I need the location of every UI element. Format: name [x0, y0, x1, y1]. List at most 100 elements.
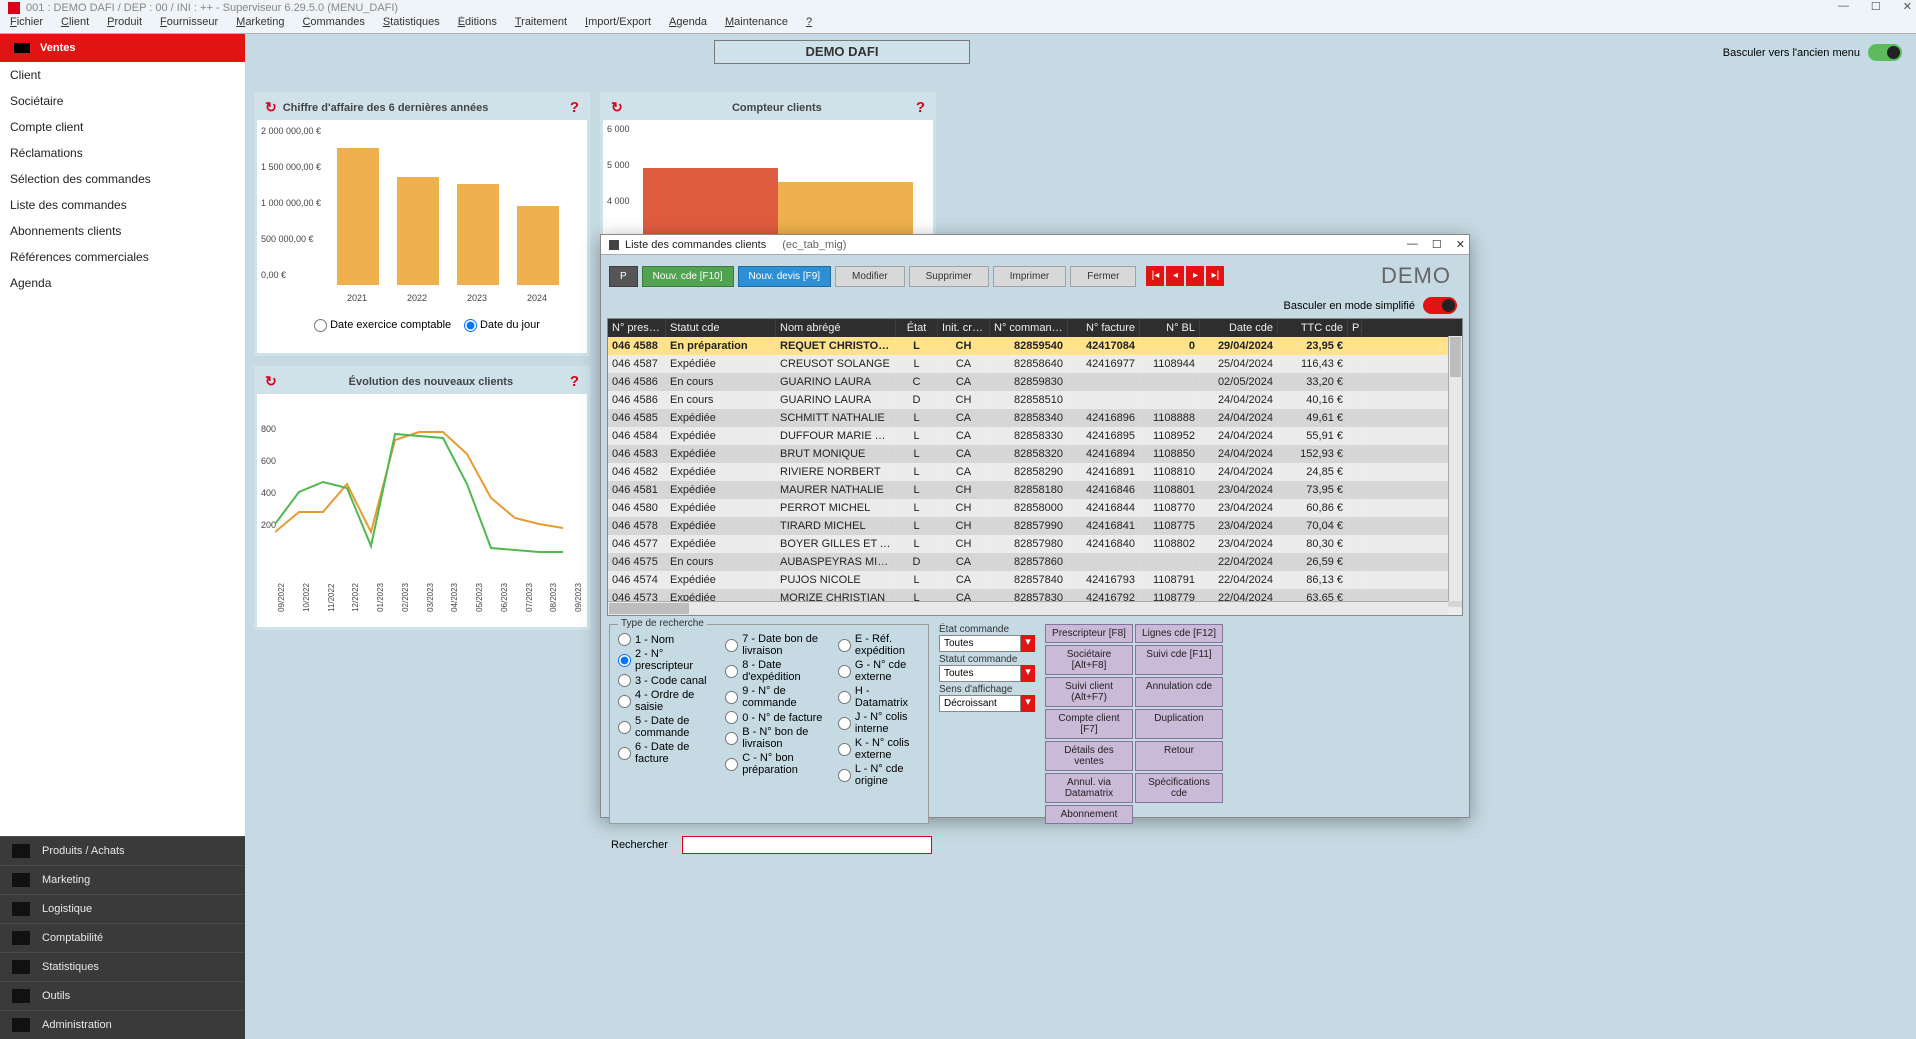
radio-option[interactable]: 2 - N° prescripteur [618, 648, 713, 672]
table-row[interactable]: 046 4578ExpédiéeTIRARD MICHELLCH82857990… [608, 517, 1462, 535]
win-minimize[interactable]: — [1407, 238, 1418, 251]
table-row[interactable]: 046 4584ExpédiéeDUFFOUR MARIE THERESLCA8… [608, 427, 1462, 445]
col-header[interactable]: TTC cde [1278, 319, 1348, 337]
menu-maintenance[interactable]: Maintenance [725, 16, 788, 33]
radio-input[interactable] [838, 717, 851, 730]
nav-item[interactable]: Agenda [0, 270, 245, 296]
radio-input[interactable] [838, 769, 851, 782]
win-maximize[interactable]: ☐ [1432, 238, 1442, 251]
radio-option[interactable]: 7 - Date bon de livraison [725, 633, 826, 657]
module-item[interactable]: Logistique [0, 894, 245, 923]
button-imprimer[interactable]: Imprimer [993, 266, 1066, 287]
action-button[interactable]: Suivi cde [F11] [1135, 645, 1223, 675]
radio-option[interactable]: 5 - Date de commande [618, 715, 713, 739]
orders-grid[interactable]: N° prescrip.Statut cdeNom abrégéÉtatInit… [607, 318, 1463, 616]
menu-fournisseur[interactable]: Fournisseur [160, 16, 218, 33]
radio-option[interactable]: 3 - Code canal [618, 674, 713, 687]
refresh-icon[interactable]: ↻ [611, 99, 623, 116]
action-button[interactable]: Sociétaire [Alt+F8] [1045, 645, 1133, 675]
action-button[interactable]: Prescripteur [F8] [1045, 624, 1133, 643]
table-row[interactable]: 046 4588En préparationREQUET CHRISTOPHEL… [608, 337, 1462, 355]
menu-?[interactable]: ? [806, 16, 812, 33]
radio-input[interactable] [838, 639, 851, 652]
toggle-mode-simplifie[interactable]: Basculer en mode simplifié [601, 297, 1469, 318]
table-row[interactable]: 046 4580ExpédiéePERROT MICHELLCH82858000… [608, 499, 1462, 517]
nav-item[interactable]: Abonnements clients [0, 218, 245, 244]
table-row[interactable]: 046 4581ExpédiéeMAURER NATHALIELCH828581… [608, 481, 1462, 499]
table-row[interactable]: 046 4587ExpédiéeCREUSOT SOLANGELCA828586… [608, 355, 1462, 373]
select-sens[interactable]: Décroissant▾ [939, 695, 1035, 712]
grid-body[interactable]: 046 4588En préparationREQUET CHRISTOPHEL… [608, 337, 1462, 616]
nav-last-icon[interactable]: ▸| [1206, 266, 1224, 286]
table-row[interactable]: 046 4582ExpédiéeRIVIERE NORBERTLCA828582… [608, 463, 1462, 481]
menu-fichier[interactable]: Fichier [10, 16, 43, 33]
col-header[interactable]: N° prescrip. [608, 319, 666, 337]
radio-input[interactable] [725, 665, 738, 678]
table-row[interactable]: 046 4585ExpédiéeSCHMITT NATHALIELCA82858… [608, 409, 1462, 427]
close-button[interactable]: ✕ [1903, 0, 1912, 13]
nav-item[interactable]: Client [0, 62, 245, 88]
action-button[interactable]: Compte client [F7] [1045, 709, 1133, 739]
radio-option[interactable]: B - N° bon de livraison [725, 726, 826, 750]
select-etat[interactable]: Toutes▾ [939, 635, 1035, 652]
radio-option[interactable]: J - N° colis interne [838, 711, 920, 735]
nav-item[interactable]: Réclamations [0, 140, 245, 166]
button-modifier[interactable]: Modifier [835, 266, 905, 287]
help-icon[interactable]: ? [570, 373, 579, 390]
action-button[interactable]: Spécifications cde [1135, 773, 1223, 803]
col-header[interactable]: P [1348, 319, 1362, 337]
action-button[interactable]: Détails des ventes [1045, 741, 1133, 771]
menu-marketing[interactable]: Marketing [236, 16, 284, 33]
radio-option[interactable]: 9 - N° de commande [725, 685, 826, 709]
win-close[interactable]: ✕ [1456, 238, 1465, 251]
nav-item[interactable]: Sélection des commandes [0, 166, 245, 192]
menu-produit[interactable]: Produit [107, 16, 142, 33]
button-fermer[interactable]: Fermer [1070, 266, 1136, 287]
table-row[interactable]: 046 4583ExpédiéeBRUT MONIQUELCA828583204… [608, 445, 1462, 463]
module-item[interactable]: Statistiques [0, 952, 245, 981]
action-button[interactable]: Abonnement [1045, 805, 1133, 824]
radio-input[interactable] [618, 633, 631, 646]
button-nouv-devis[interactable]: Nouv. devis [F9] [738, 266, 832, 287]
radio-option[interactable]: E - Réf. expédition [838, 633, 920, 657]
chevron-down-icon[interactable]: ▾ [1021, 665, 1035, 682]
menu-client[interactable]: Client [61, 16, 89, 33]
chevron-down-icon[interactable]: ▾ [1021, 695, 1035, 712]
radio-option[interactable]: 6 - Date de facture [618, 741, 713, 765]
module-item[interactable]: Produits / Achats [0, 836, 245, 865]
maximize-button[interactable]: ☐ [1871, 0, 1881, 13]
col-header[interactable]: Init. création [938, 319, 990, 337]
menu-éditions[interactable]: Éditions [458, 16, 497, 33]
button-supprimer[interactable]: Supprimer [909, 266, 989, 287]
radio-option[interactable]: G - N° cde externe [838, 659, 920, 683]
menu-agenda[interactable]: Agenda [669, 16, 707, 33]
scrollbar-vertical[interactable] [1448, 336, 1462, 601]
nav-item[interactable]: Sociétaire [0, 88, 245, 114]
action-button[interactable]: Duplication [1135, 709, 1223, 739]
refresh-icon[interactable]: ↻ [265, 373, 277, 390]
col-header[interactable]: N° facture [1068, 319, 1140, 337]
action-button[interactable]: Retour [1135, 741, 1223, 771]
radio-option[interactable]: 0 - N° de facture [725, 711, 826, 724]
menu-traitement[interactable]: Traitement [515, 16, 567, 33]
radio-option[interactable]: H - Datamatrix [838, 685, 920, 709]
radio-input[interactable] [838, 665, 851, 678]
action-button[interactable]: Suivi client (Alt+F7) [1045, 677, 1133, 707]
grid-header[interactable]: N° prescrip.Statut cdeNom abrégéÉtatInit… [608, 319, 1462, 337]
action-button[interactable]: Annul. via Datamatrix [1045, 773, 1133, 803]
radio-input[interactable] [725, 732, 738, 745]
radio-input[interactable] [618, 674, 631, 687]
module-item[interactable]: Marketing [0, 865, 245, 894]
radio-input[interactable] [618, 721, 631, 734]
nav-next-icon[interactable]: ▸ [1186, 266, 1204, 286]
radio-option[interactable]: 4 - Ordre de saisie [618, 689, 713, 713]
radio-input[interactable] [725, 711, 738, 724]
radio-input[interactable] [838, 743, 851, 756]
radio-input[interactable] [618, 747, 631, 760]
radio-input[interactable] [618, 654, 631, 667]
table-row[interactable]: 046 4586En coursGUARINO LAURADCH82858510… [608, 391, 1462, 409]
col-header[interactable]: Date cde [1200, 319, 1278, 337]
col-header[interactable]: N° BL [1140, 319, 1200, 337]
table-row[interactable]: 046 4575En coursAUBASPEYRAS MICHELEDCA82… [608, 553, 1462, 571]
button-nouv-cde[interactable]: Nouv. cde [F10] [642, 266, 734, 287]
